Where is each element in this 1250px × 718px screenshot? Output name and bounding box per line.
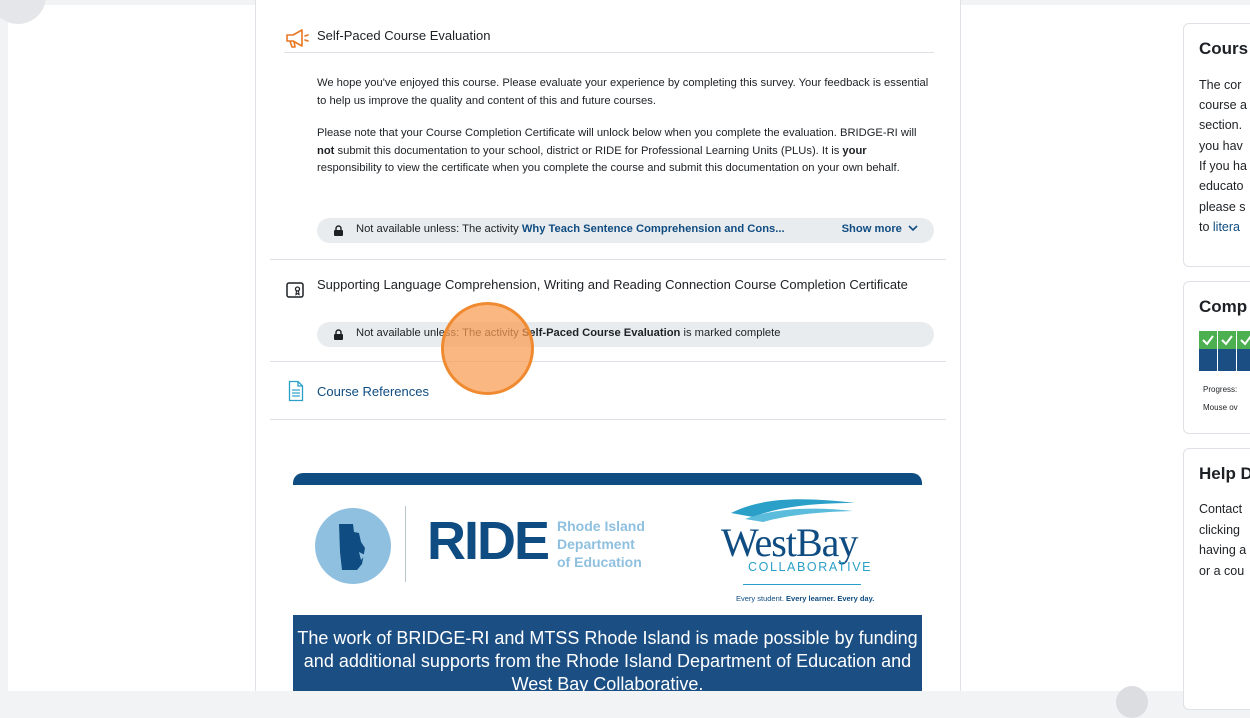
divider bbox=[270, 361, 946, 362]
certificate-restriction: Not available unless: The activity Self-… bbox=[317, 322, 934, 347]
funding-statement: The work of BRIDGE-RI and MTSS Rhode Isl… bbox=[293, 615, 922, 691]
check-icon bbox=[1202, 335, 1214, 346]
literacy-link[interactable]: litera bbox=[1213, 220, 1240, 234]
check-icon bbox=[1240, 335, 1250, 346]
rhode-island-map-icon bbox=[339, 524, 365, 570]
check-icon bbox=[1221, 335, 1233, 346]
evaluation-activity-link[interactable]: Self-Paced Course Evaluation bbox=[317, 28, 490, 43]
progress-cell-complete[interactable] bbox=[1199, 331, 1217, 371]
lock-icon bbox=[334, 329, 343, 340]
course-info-block: Cours The cor course a section. you hav … bbox=[1183, 23, 1250, 267]
progress-cell-complete[interactable] bbox=[1218, 331, 1236, 371]
westbay-wordmark: WestBay bbox=[721, 520, 858, 565]
course-references-link[interactable]: Course References bbox=[317, 384, 429, 399]
westbay-collaborative-label: COLLABORATIVE bbox=[748, 560, 873, 574]
divider bbox=[270, 259, 946, 260]
certificate-note: Please note that your Course Completion … bbox=[317, 127, 917, 174]
completion-progress-block: Comp Progress: Mouse ov bbox=[1183, 281, 1250, 434]
chevron-down-icon bbox=[908, 225, 918, 232]
completion-block-title: Comp bbox=[1199, 297, 1248, 316]
certificate-icon bbox=[286, 282, 304, 298]
megaphone-icon bbox=[286, 29, 309, 48]
help-block-title: Help D bbox=[1199, 464, 1250, 483]
progress-label: Progress: bbox=[1203, 385, 1238, 394]
progress-hint: Mouse ov bbox=[1203, 403, 1238, 412]
divider bbox=[270, 419, 946, 420]
ride-full-name: Rhode Island Department of Education bbox=[557, 518, 645, 570]
evaluation-activity-header: Self-Paced Course Evaluation bbox=[284, 26, 934, 53]
show-more-button[interactable]: Show more bbox=[842, 223, 918, 235]
help-desk-block: Help D Contact clicking having a or a co… bbox=[1183, 448, 1250, 710]
evaluation-restriction: Not available unless: The activity Why T… bbox=[317, 218, 934, 243]
document-icon bbox=[288, 380, 304, 402]
westbay-tagline: Every student. Every learner. Every day. bbox=[736, 594, 875, 603]
ride-wordmark: RIDE bbox=[427, 511, 550, 571]
restriction-activity-link[interactable]: Why Teach Sentence Comprehension and Con… bbox=[522, 223, 785, 235]
westbay-waves-logo bbox=[731, 499, 855, 522]
funding-banner: RIDE Rhode Island Department of Educatio… bbox=[293, 473, 922, 691]
click-indicator bbox=[441, 302, 534, 395]
certificate-activity-title: Supporting Language Comprehension, Writi… bbox=[317, 277, 908, 292]
course-block-title: Cours bbox=[1199, 39, 1249, 58]
progress-cell-complete[interactable] bbox=[1237, 331, 1250, 371]
evaluation-description: We hope you've enjoyed this course. Plea… bbox=[317, 77, 929, 107]
banner-top-bar bbox=[293, 473, 922, 485]
logo-separator bbox=[405, 506, 406, 582]
westbay-underline bbox=[743, 584, 861, 585]
course-content: Self-Paced Course Evaluation We hope you… bbox=[255, 0, 961, 691]
ride-logo bbox=[315, 508, 391, 584]
lock-icon bbox=[334, 225, 343, 236]
